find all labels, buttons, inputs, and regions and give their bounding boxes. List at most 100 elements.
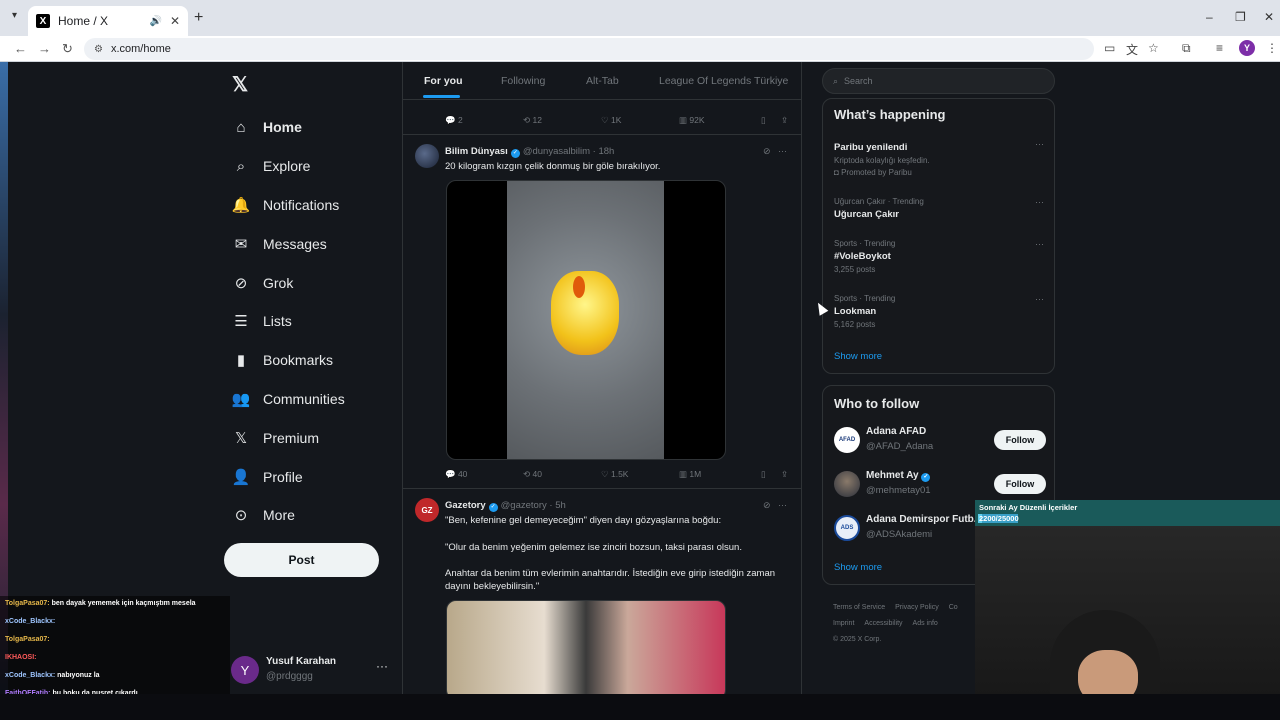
audio-icon[interactable]: 🔊: [149, 16, 161, 27]
browser-profile-avatar[interactable]: Y: [1239, 40, 1255, 56]
trend-item[interactable]: Sports · Trending Lookman 5,162 posts ··…: [834, 294, 1044, 329]
repost-button[interactable]: ⟲ 12: [523, 115, 542, 126]
views-button[interactable]: ▥ 92K: [679, 115, 705, 126]
sidebar-item-home[interactable]: ⌂ Home: [232, 108, 345, 147]
forward-icon[interactable]: →: [38, 41, 51, 56]
footer-link[interactable]: Accessibility: [864, 620, 902, 627]
tweet-time[interactable]: · 18h: [593, 146, 615, 157]
sidebar-item-messages[interactable]: ✉ Messages: [232, 224, 345, 263]
reload-icon[interactable]: ↻: [62, 41, 73, 57]
back-icon[interactable]: ←: [14, 41, 27, 56]
share-icon[interactable]: ⇪: [781, 469, 788, 480]
grok-icon[interactable]: ⊘: [763, 500, 771, 510]
trend-item[interactable]: Sports · Trending #VoleBoykot 3,255 post…: [834, 239, 1044, 274]
tab-title: Home / X: [58, 14, 109, 28]
footer-link[interactable]: Imprint: [833, 620, 854, 627]
media-icon[interactable]: ≡: [1216, 41, 1223, 55]
author-name[interactable]: Bilim Dünyası: [445, 146, 508, 157]
follow-suggestion[interactable]: Mehmet Ay ✓ @mehmetay01 Follow: [834, 470, 1046, 500]
avatar[interactable]: AFAD: [834, 427, 860, 453]
tab-following[interactable]: Following: [501, 75, 545, 87]
more-dots-icon[interactable]: ···: [778, 146, 787, 156]
suggestion-name[interactable]: Adana Demirspor Futb...: [866, 514, 982, 525]
new-tab-icon[interactable]: +: [194, 9, 203, 27]
translate-icon[interactable]: 文: [1126, 41, 1138, 58]
search-input[interactable]: ⌕ Search: [822, 68, 1055, 94]
grok-icon[interactable]: ⊘: [763, 146, 771, 156]
promoted-text: Promoted by Paribu: [841, 168, 912, 177]
reply-button[interactable]: 💬 40: [445, 469, 467, 480]
views-button[interactable]: ▥ 1M: [679, 469, 701, 480]
show-more-link[interactable]: Show more: [834, 562, 882, 573]
tab-search-icon[interactable]: ▾: [12, 10, 17, 21]
follow-button[interactable]: Follow: [994, 474, 1046, 494]
address-bar[interactable]: ⚙ x.com/home: [84, 38, 1094, 60]
close-tab-icon[interactable]: ✕: [170, 14, 180, 28]
tab-league-of-legends[interactable]: League Of Legends Türkiye: [659, 75, 788, 87]
account-switcher[interactable]: Y Yusuf Karahan @prdgggg ···: [231, 655, 391, 685]
sidebar-item-communities[interactable]: 👥 Communities: [232, 380, 345, 419]
window-close-icon[interactable]: ✕: [1264, 10, 1274, 24]
cast-icon[interactable]: ▭: [1104, 41, 1115, 55]
sidebar-item-notifications[interactable]: 🔔 Notifications: [232, 186, 345, 225]
star-icon[interactable]: ☆: [1148, 41, 1159, 55]
more-dots-icon[interactable]: ···: [1035, 139, 1044, 149]
like-button[interactable]: ♡ 1.5K: [601, 469, 628, 480]
tab-for-you[interactable]: For you: [424, 75, 463, 87]
trend-subtitle: Kriptoda kolaylığı keşfedin.: [834, 156, 930, 165]
sidebar-item-more[interactable]: ⊙ More: [232, 496, 345, 535]
more-dots-icon[interactable]: ···: [1035, 239, 1044, 249]
tweet-image[interactable]: [446, 600, 726, 694]
more-dots-icon[interactable]: ···: [1035, 197, 1044, 207]
reply-button[interactable]: 💬 2: [445, 115, 463, 126]
tab-alt-tab[interactable]: Alt-Tab: [586, 75, 619, 87]
footer-link[interactable]: Co: [949, 604, 958, 611]
author-name[interactable]: Gazetory: [445, 500, 486, 511]
sidebar-item-premium[interactable]: 𝕏 Premium: [232, 418, 345, 457]
footer-link[interactable]: Ads info: [913, 620, 938, 627]
trend-item[interactable]: Uğurcan Çakır · Trending Uğurcan Çakır ·…: [834, 197, 1044, 220]
avatar[interactable]: [415, 144, 439, 168]
sidebar-item-profile[interactable]: 👤 Profile: [232, 457, 345, 496]
suggestion-name[interactable]: Adana AFAD: [866, 426, 926, 437]
tweet-video[interactable]: [446, 180, 726, 460]
more-dots-icon[interactable]: ···: [1035, 294, 1044, 304]
sidebar-item-label: Communities: [263, 390, 345, 407]
restore-icon[interactable]: ❐: [1235, 10, 1246, 24]
x-logo-icon[interactable]: 𝕏: [232, 72, 248, 97]
sidebar-item-label: Explore: [263, 158, 311, 175]
avatar[interactable]: ADS: [834, 515, 860, 541]
sidebar-item-explore[interactable]: ⌕ Explore: [232, 147, 345, 186]
post-button[interactable]: Post: [224, 543, 379, 577]
tweet-actions: 💬 2 ⟲ 12 ♡ 1K ▥ 92K ▯ ⇪: [445, 115, 795, 129]
sidebar-item-grok[interactable]: ⊘ Grok: [232, 263, 345, 302]
more-dots-icon[interactable]: ···: [376, 659, 388, 673]
trend-item[interactable]: Paribu yenilendi Kriptoda kolaylığı keşf…: [834, 139, 1044, 177]
tweet-time[interactable]: · 5h: [549, 500, 565, 511]
show-more-link[interactable]: Show more: [834, 351, 882, 362]
sidebar-item-lists[interactable]: ☰ Lists: [232, 302, 345, 341]
extensions-icon[interactable]: ⧉: [1182, 41, 1191, 56]
like-button[interactable]: ♡ 1K: [601, 115, 621, 126]
bookmark-icon[interactable]: ▯: [761, 469, 766, 480]
minimize-icon[interactable]: –: [1206, 10, 1213, 24]
avatar[interactable]: [834, 471, 860, 497]
share-icon[interactable]: ⇪: [781, 115, 788, 126]
browser-tab[interactable]: X Home / X 🔊 ✕: [28, 6, 188, 36]
bookmark-icon[interactable]: ▯: [761, 115, 766, 126]
repost-button[interactable]: ⟲ 40: [523, 469, 542, 480]
author-handle[interactable]: @gazetory: [501, 500, 547, 511]
avatar[interactable]: GZ: [415, 498, 439, 522]
footer-link[interactable]: Terms of Service: [833, 604, 885, 611]
browser-menu-icon[interactable]: ⋮: [1266, 41, 1278, 55]
search-icon: ⌕: [236, 157, 246, 175]
more-dots-icon[interactable]: ···: [778, 500, 787, 510]
follow-button[interactable]: Follow: [994, 430, 1046, 450]
whats-happening-card: What’s happening Paribu yenilendi Kripto…: [822, 98, 1055, 374]
site-info-icon[interactable]: ⚙: [94, 44, 103, 55]
follow-suggestion[interactable]: AFAD Adana AFAD @AFAD_Adana Follow: [834, 426, 1046, 456]
author-handle[interactable]: @dunyasalbilim: [523, 146, 590, 157]
sidebar-item-bookmarks[interactable]: ▮ Bookmarks: [232, 341, 345, 380]
footer-link[interactable]: Privacy Policy: [895, 604, 939, 611]
suggestion-name[interactable]: Mehmet Ay ✓: [866, 470, 931, 482]
